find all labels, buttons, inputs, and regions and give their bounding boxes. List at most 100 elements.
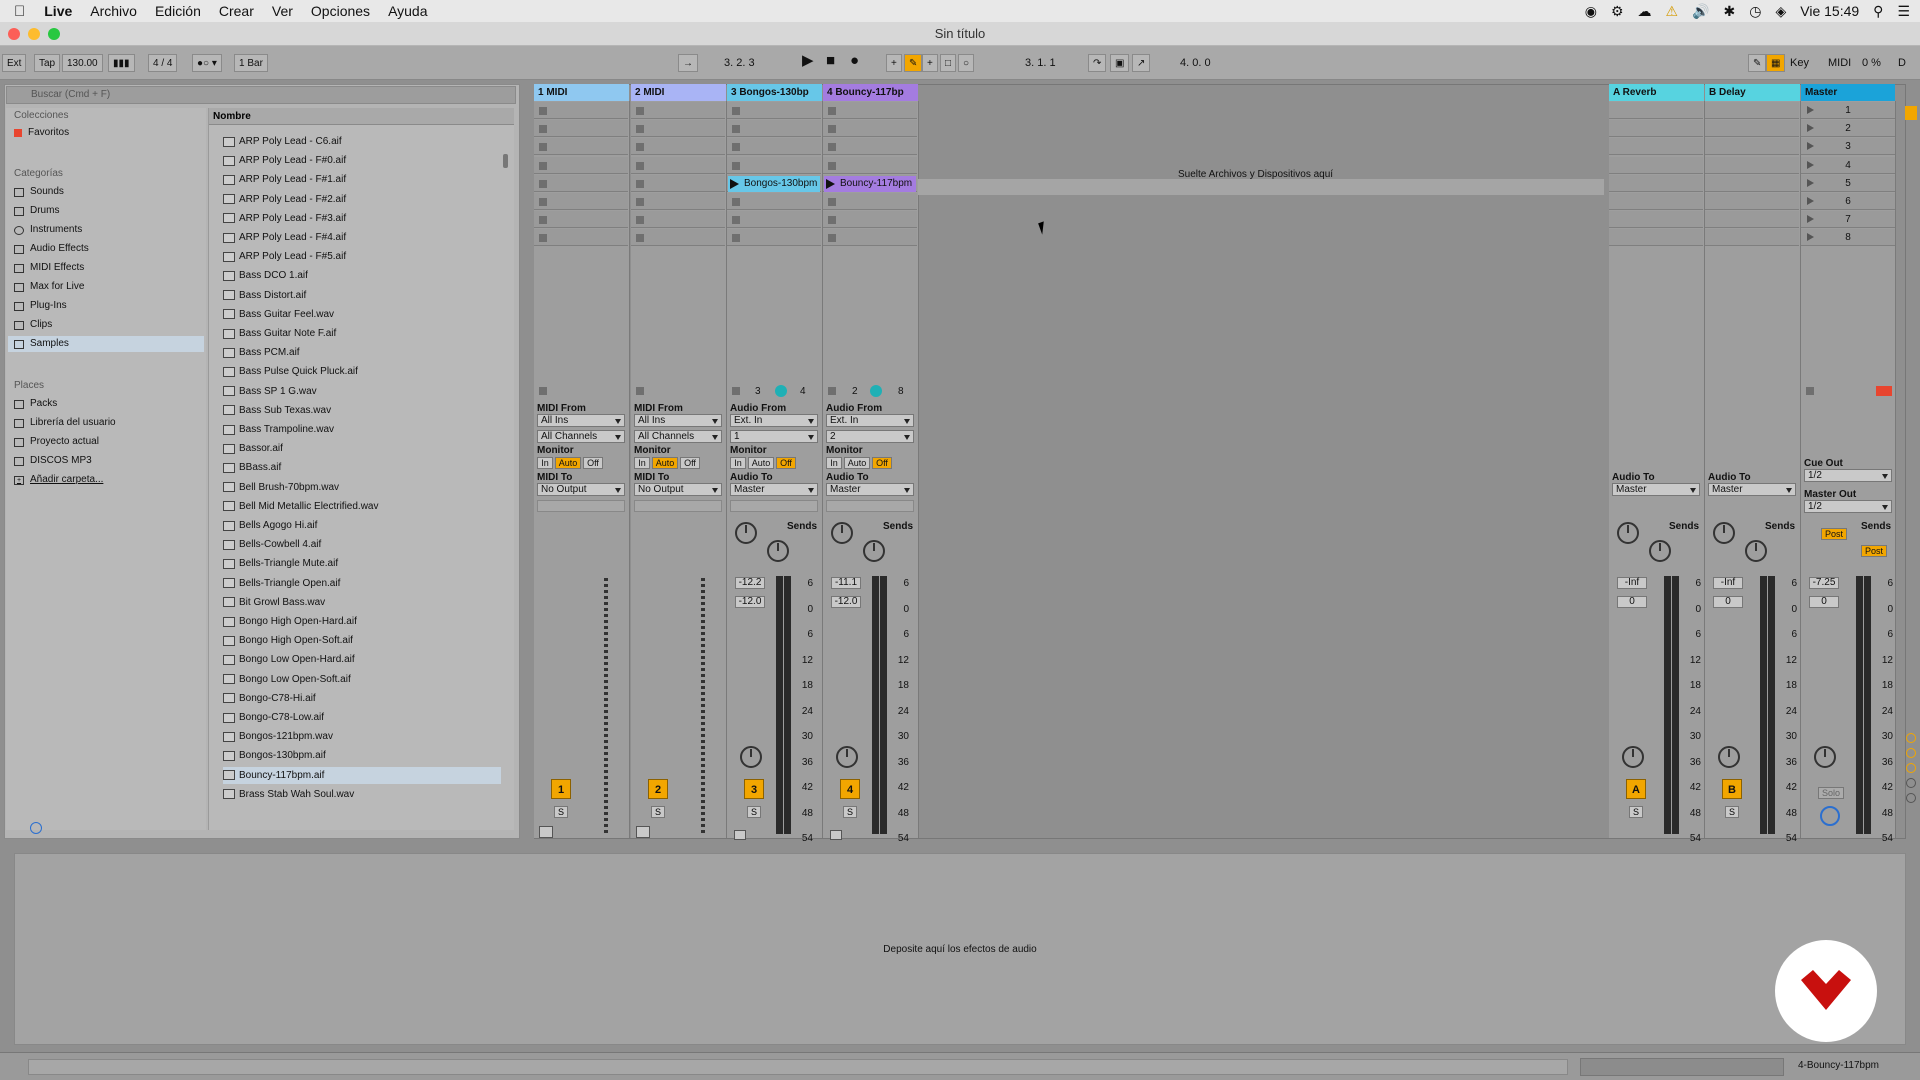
automation-arm-icon[interactable]: ✎ [904, 54, 923, 72]
clip-stop-icon[interactable] [828, 198, 836, 206]
file-item[interactable]: Bass Distort.aif [223, 287, 501, 304]
return-clip-slot[interactable] [1609, 211, 1703, 229]
clip-slot[interactable] [631, 138, 725, 156]
scene-play-icon[interactable] [1807, 215, 1814, 224]
track-header[interactable]: 4 Bouncy-117bp [823, 84, 918, 101]
file-item[interactable]: Bass Pulse Quick Pluck.aif [223, 363, 501, 380]
scene-launch[interactable]: 5 [1801, 174, 1895, 192]
clip-slot[interactable] [727, 102, 821, 119]
category-plug-ins[interactable]: Plug-Ins [14, 298, 210, 314]
send-a-knob[interactable] [831, 522, 853, 544]
clip-slot[interactable] [727, 120, 821, 138]
mixer-section-toggle-icon[interactable] [1906, 748, 1916, 758]
input-type-select[interactable]: Ext. In [826, 414, 914, 427]
clip-stop-icon[interactable] [539, 234, 547, 243]
solo-button[interactable]: S [843, 806, 857, 818]
send-a-knob[interactable] [735, 522, 757, 544]
clip-slot[interactable] [534, 174, 628, 192]
record-arm-button[interactable] [636, 826, 650, 838]
volume-field[interactable]: -Inf [1617, 577, 1647, 589]
file-item[interactable]: Brass Stab Wah Soul.wav [223, 786, 501, 803]
place-current-project[interactable]: Proyecto actual [14, 434, 210, 450]
clip-slot[interactable] [631, 174, 725, 192]
name-column-header[interactable]: Nombre [209, 108, 514, 125]
master-volume-field[interactable]: -7.25 [1809, 577, 1839, 589]
clip-slot[interactable] [727, 156, 821, 174]
file-item[interactable]: ARP Poly Lead - F#4.aif [223, 229, 501, 246]
stop-all-clips-icon[interactable] [1806, 387, 1814, 395]
file-item[interactable]: Bass DCO 1.aif [223, 267, 501, 284]
clip-slot[interactable] [727, 193, 821, 210]
clip-slot[interactable] [631, 156, 725, 174]
solo-button[interactable]: S [554, 806, 568, 818]
clip-stop-icon[interactable] [636, 198, 644, 206]
file-item[interactable]: ARP Poly Lead - F#0.aif [223, 152, 501, 169]
clip[interactable]: Bongos-130bpm [728, 175, 820, 192]
monitor-in-button[interactable]: In [826, 457, 842, 469]
monitor-off-button[interactable]: Off [872, 457, 892, 469]
return-clip-slot[interactable] [1609, 138, 1703, 156]
clip-stop-icon[interactable] [636, 107, 644, 115]
scene-launch[interactable]: 3 [1801, 138, 1895, 156]
category-drums[interactable]: Drums [14, 203, 210, 219]
clip-stop-icon[interactable] [636, 234, 644, 243]
track-activator-4[interactable]: 4 [840, 779, 860, 799]
post-button[interactable]: Post [1861, 545, 1887, 557]
clip-stop-icon[interactable] [539, 143, 547, 152]
file-item[interactable]: Bass Guitar Note F.aif [223, 325, 501, 342]
clip-slot[interactable] [534, 102, 628, 119]
punch-in-icon[interactable]: ↷ [1088, 54, 1107, 72]
file-item[interactable]: Bells Agogo Hi.aif [223, 517, 501, 534]
clip-stop-icon[interactable] [828, 107, 836, 115]
return-clip-slot[interactable] [1705, 229, 1799, 247]
minimize-icon[interactable] [28, 28, 40, 40]
clip-play-icon[interactable] [730, 178, 739, 189]
return-clip-slot[interactable] [1705, 193, 1799, 210]
return-clip-slot[interactable] [1609, 174, 1703, 192]
key-map-button[interactable]: Key [1790, 54, 1809, 72]
clip-slot[interactable] [823, 229, 917, 247]
file-item[interactable]: Bass Guitar Feel.wav [223, 306, 501, 323]
file-item[interactable]: Bass Sub Texas.wav [223, 402, 501, 419]
record-button-icon[interactable]: ● [850, 52, 859, 70]
category-max-for-live[interactable]: Max for Live [14, 279, 210, 295]
output-channel-field[interactable] [537, 500, 625, 512]
stop-all-clips-button[interactable] [1876, 386, 1892, 396]
return-output-select[interactable]: Master [1708, 483, 1796, 496]
category-audio-effects[interactable]: Audio Effects [14, 241, 210, 257]
file-item[interactable]: Bouncy-117bpm.aif [223, 766, 501, 784]
place-discos-mp3[interactable]: DISCOS MP3 [14, 453, 210, 469]
menu-opciones[interactable]: Opciones [302, 3, 379, 19]
pan-knob[interactable] [836, 746, 858, 768]
capture-icon[interactable]: □ [940, 54, 957, 72]
pan-knob[interactable] [740, 746, 762, 768]
input-channel-select[interactable]: 2 [826, 430, 914, 443]
send-b-knob[interactable] [863, 540, 885, 562]
output-channel-field[interactable] [730, 500, 818, 512]
spotlight-icon[interactable]: ⚲ [1873, 3, 1883, 20]
apple-icon[interactable]:  [0, 3, 35, 20]
back-to-arrangement-icon[interactable]: + [922, 54, 938, 72]
menu-archivo[interactable]: Archivo [81, 3, 146, 19]
track-stop-icon[interactable] [539, 387, 547, 395]
monitor-in-button[interactable]: In [537, 457, 553, 469]
menu-edicion[interactable]: Edición [146, 3, 210, 19]
clip[interactable]: Bouncy-117bpm [824, 175, 916, 192]
file-item[interactable]: Bongo-C78-Hi.aif [223, 690, 501, 707]
file-item[interactable]: Bongo Low Open-Soft.aif [223, 671, 501, 688]
pan-knob[interactable] [1622, 746, 1644, 768]
file-item[interactable]: Bongo High Open-Hard.aif [223, 613, 501, 630]
stop-icon[interactable]: ■ [826, 52, 835, 70]
clip-stop-icon[interactable] [828, 125, 836, 134]
loop-length-field[interactable]: 4. 0. 0 [1180, 54, 1211, 72]
output-channel-field[interactable] [634, 500, 722, 512]
scene-play-icon[interactable] [1807, 106, 1814, 114]
output-select[interactable]: No Output [634, 483, 722, 496]
clip-stop-icon[interactable] [539, 179, 547, 188]
file-item[interactable]: ARP Poly Lead - F#3.aif [223, 210, 501, 227]
monitor-in-button[interactable]: In [730, 457, 746, 469]
hot-swap-icon[interactable] [30, 822, 42, 834]
mixer-section-toggle-icon[interactable] [1906, 733, 1916, 743]
loop-switch-icon[interactable]: ▣ [1110, 54, 1130, 72]
ext-sync-button[interactable]: Ext [2, 54, 27, 72]
